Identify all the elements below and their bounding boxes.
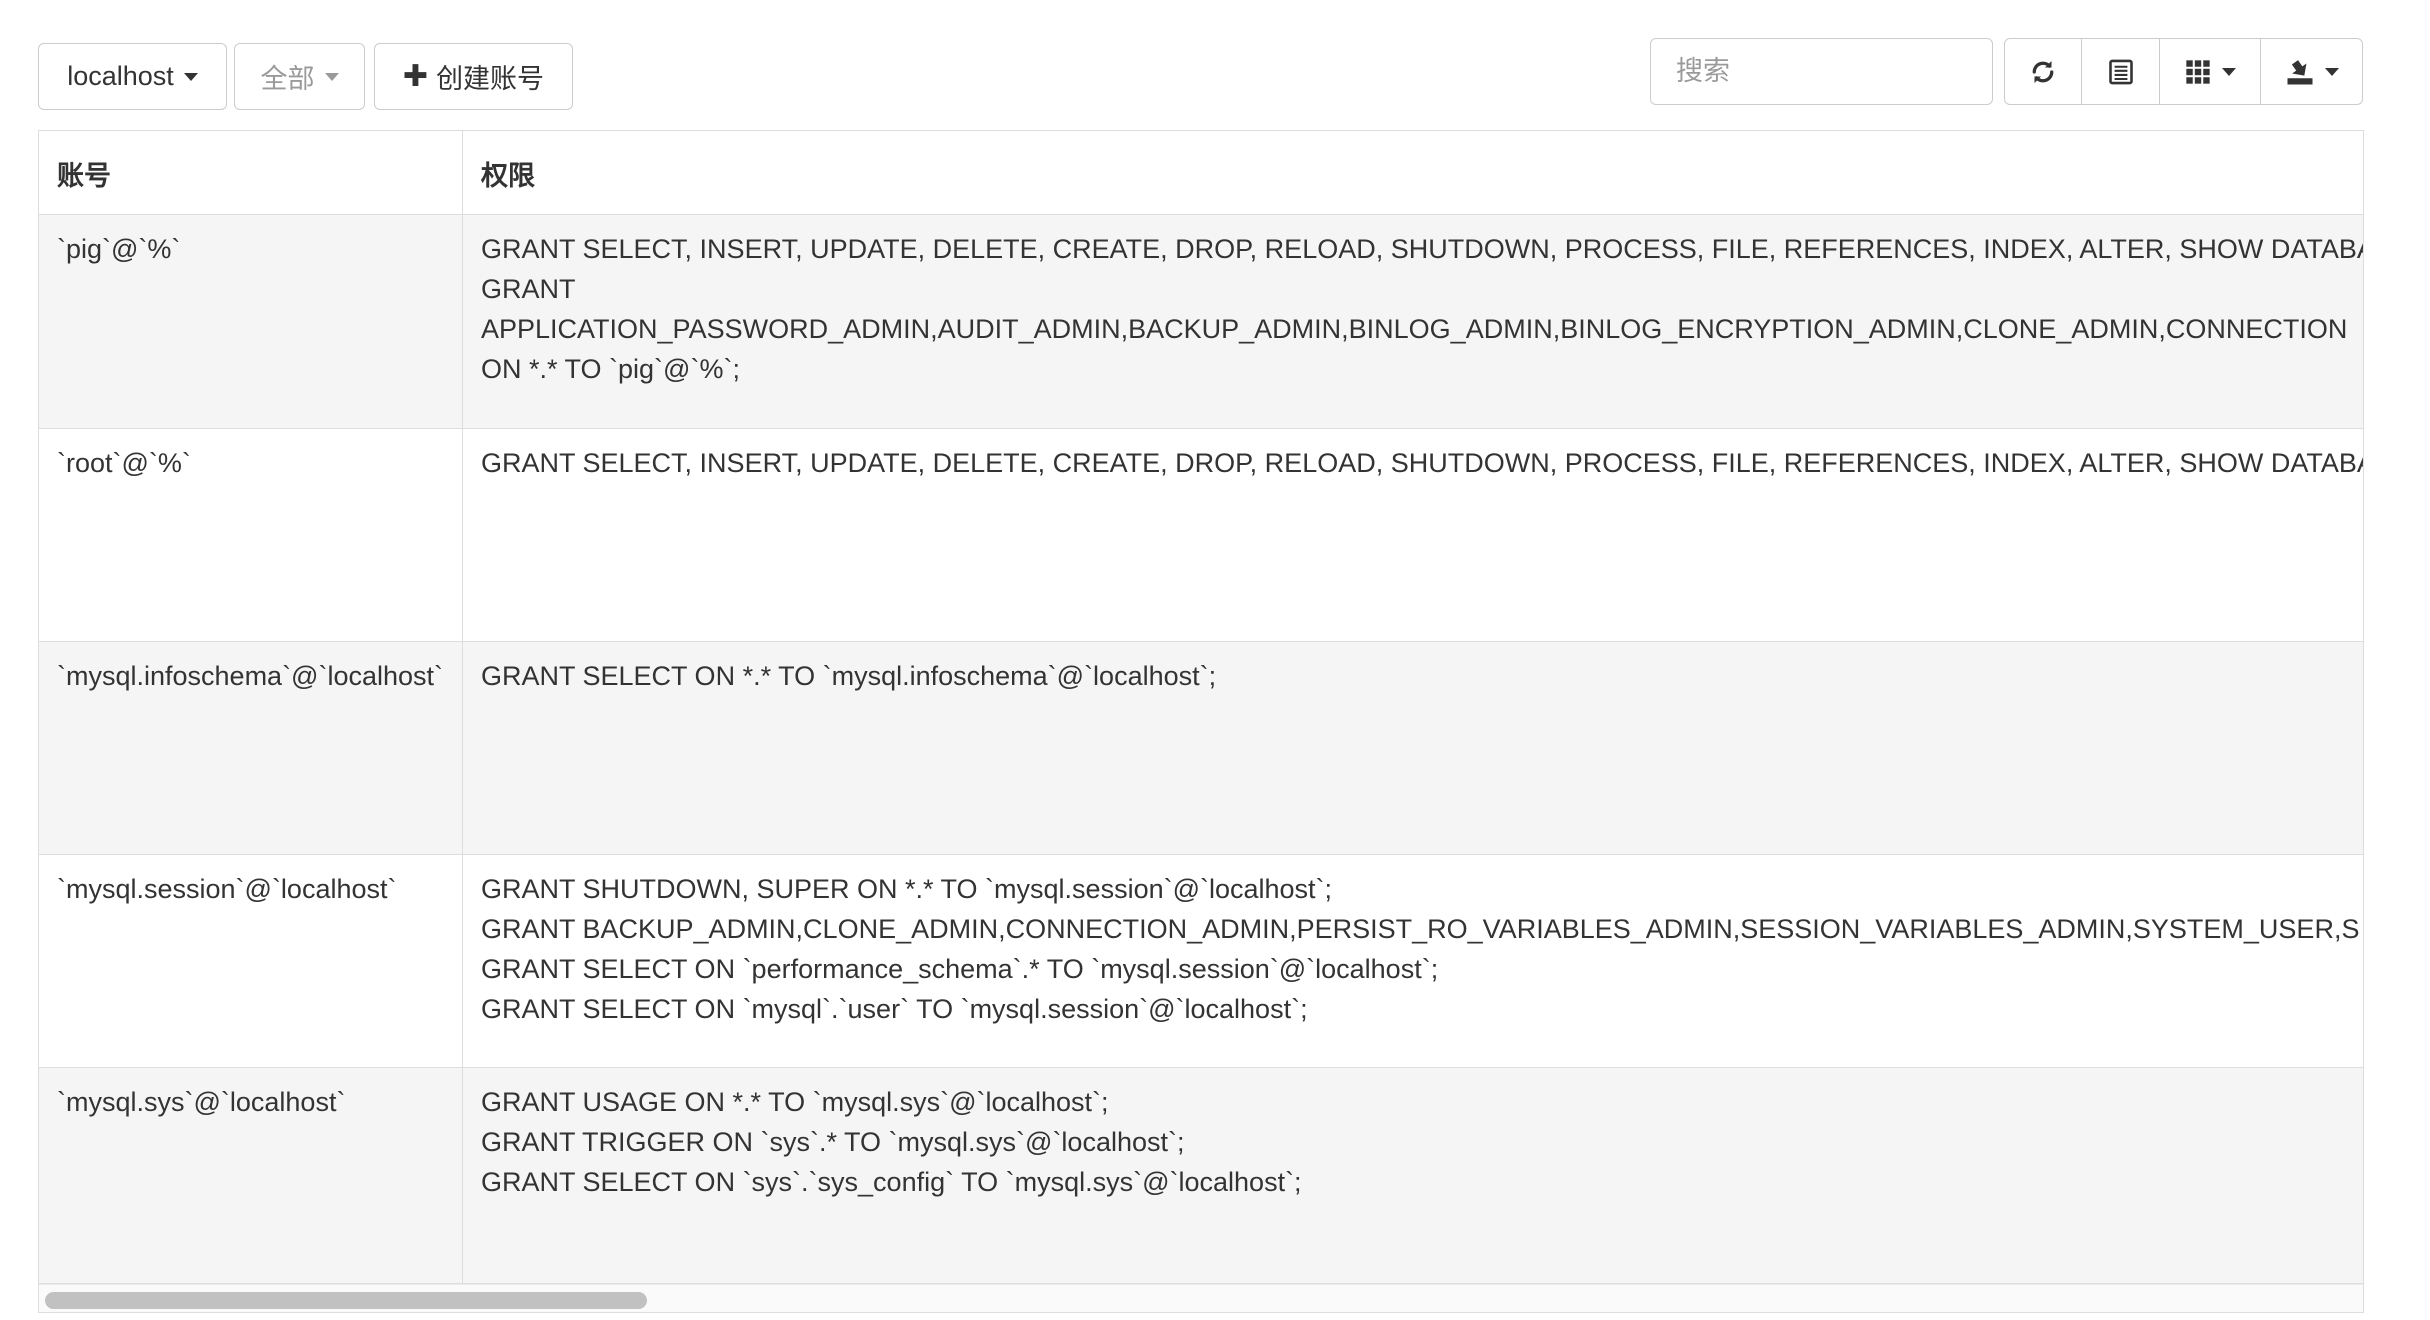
header-account[interactable]: 账号 <box>39 131 463 215</box>
table-row[interactable]: `pig`@`%` GRANT SELECT, INSERT, UPDATE, … <box>39 215 2364 429</box>
grants-cell: GRANT SELECT ON *.* TO `mysql.infoschema… <box>463 642 2363 854</box>
grants-cell: GRANT SELECT, INSERT, UPDATE, DELETE, CR… <box>463 215 2364 428</box>
table-row[interactable]: `mysql.session`@`localhost` GRANT SHUTDO… <box>39 855 2363 1068</box>
grant-line: GRANT <box>481 274 576 304</box>
scope-select-label: 全部 <box>260 64 315 94</box>
caret-down-icon <box>2324 67 2339 76</box>
caret-down-icon <box>324 72 339 81</box>
host-select-button[interactable]: localhost <box>38 43 227 110</box>
search-input[interactable] <box>1650 38 1993 105</box>
grant-line: GRANT SHUTDOWN, SUPER ON *.* TO `mysql.s… <box>481 874 1333 904</box>
export-icon <box>2287 59 2312 84</box>
grant-line: GRANT BACKUP_ADMIN,CLONE_ADMIN,CONNECTIO… <box>481 914 2360 944</box>
account-cell: `root`@`%` <box>39 429 463 641</box>
list-view-icon <box>2108 59 2133 84</box>
grant-line: APPLICATION_PASSWORD_ADMIN,AUDIT_ADMIN,B… <box>481 314 2348 344</box>
grant-line: GRANT SELECT ON `performance_schema`.* T… <box>481 954 1439 984</box>
table-header: 账号 权限 <box>39 131 2363 215</box>
account-cell: `pig`@`%` <box>39 215 463 428</box>
app-root: localhost 全部 ✚ 创建账号 搜索 账号 权限 `pig`@`%` G… <box>0 0 2430 1320</box>
table-row[interactable]: `mysql.infoschema`@`localhost` GRANT SEL… <box>39 642 2363 855</box>
refresh-icon <box>2032 60 2054 83</box>
grants-cell: GRANT USAGE ON *.* TO `mysql.sys`@`local… <box>463 1068 2363 1283</box>
columns-grid-icon <box>2186 59 2210 84</box>
table-row[interactable]: `root`@`%` GRANT SELECT, INSERT, UPDATE,… <box>39 429 2364 642</box>
table-tools-group <box>2004 38 2363 105</box>
host-select-label: localhost <box>67 61 174 91</box>
grant-line: GRANT USAGE ON *.* TO `mysql.sys`@`local… <box>481 1087 1109 1117</box>
horizontal-scrollbar[interactable] <box>39 1284 2363 1312</box>
scrollbar-thumb[interactable] <box>45 1292 647 1309</box>
account-cell: `mysql.infoschema`@`localhost` <box>39 642 463 854</box>
accounts-table: 账号 权限 `pig`@`%` GRANT SELECT, INSERT, UP… <box>38 130 2364 1313</box>
create-account-button[interactable]: ✚ 创建账号 <box>374 43 573 110</box>
grants-cell: GRANT SHUTDOWN, SUPER ON *.* TO `mysql.s… <box>463 855 2363 1067</box>
refresh-button[interactable] <box>2005 39 2082 104</box>
account-cell: `mysql.sys`@`localhost` <box>39 1068 463 1283</box>
create-account-label: 创建账号 <box>436 64 545 94</box>
grant-line: GRANT SELECT, INSERT, UPDATE, DELETE, CR… <box>481 234 2364 264</box>
grant-line: GRANT SELECT ON *.* TO `mysql.infoschema… <box>481 661 1217 691</box>
plus-icon: ✚ <box>402 59 429 93</box>
grant-line: GRANT SELECT ON `mysql`.`user` TO `mysql… <box>481 994 1308 1024</box>
columns-button[interactable] <box>2160 39 2261 104</box>
grant-line: GRANT SELECT, INSERT, UPDATE, DELETE, CR… <box>481 448 2364 478</box>
account-cell: `mysql.session`@`localhost` <box>39 855 463 1067</box>
grant-line: GRANT SELECT ON `sys`.`sys_config` TO `m… <box>481 1167 1302 1197</box>
grant-line: GRANT TRIGGER ON `sys`.* TO `mysql.sys`@… <box>481 1127 1185 1157</box>
toggle-view-button[interactable] <box>2082 39 2160 104</box>
grant-line: ON *.* TO `pig`@`%`; <box>481 354 740 384</box>
scope-select-button[interactable]: 全部 <box>234 43 365 110</box>
export-button[interactable] <box>2261 39 2362 104</box>
table-row[interactable]: `mysql.sys`@`localhost` GRANT USAGE ON *… <box>39 1068 2363 1284</box>
grants-cell: GRANT SELECT, INSERT, UPDATE, DELETE, CR… <box>463 429 2364 641</box>
caret-down-icon <box>2222 67 2236 76</box>
caret-down-icon <box>183 72 198 81</box>
header-grants[interactable]: 权限 <box>463 131 2363 215</box>
